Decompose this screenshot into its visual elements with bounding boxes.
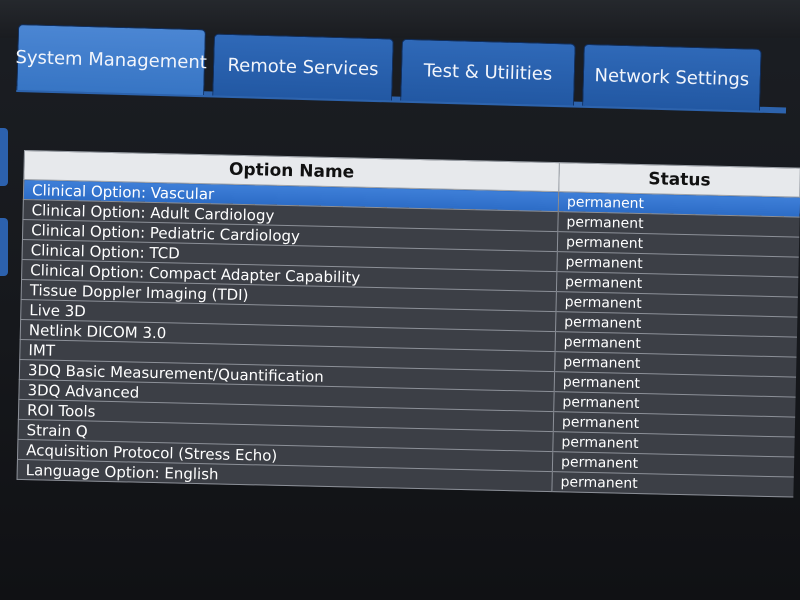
- tab-label: Network Settings: [594, 65, 750, 91]
- options-table-container: Option Name Status Clinical Option: Vasc…: [16, 150, 800, 498]
- side-panel-button[interactable]: [0, 128, 8, 186]
- options-table: Option Name Status Clinical Option: Vasc…: [16, 150, 800, 498]
- tab-remote-services[interactable]: Remote Services: [212, 33, 394, 101]
- tab-bar: System Management Remote Services Test &…: [15, 24, 787, 141]
- tab-label: Test & Utilities: [423, 60, 553, 85]
- side-panel-button[interactable]: [0, 218, 8, 276]
- ultrasound-screen: System Management Remote Services Test &…: [0, 0, 800, 600]
- tab-system-management[interactable]: System Management: [15, 24, 208, 96]
- option-status: permanent: [551, 471, 794, 498]
- tab-label: System Management: [15, 46, 208, 74]
- tab-test-utilities[interactable]: Test & Utilities: [400, 38, 576, 106]
- tab-network-settings[interactable]: Network Settings: [582, 43, 762, 111]
- tab-label: Remote Services: [227, 54, 379, 81]
